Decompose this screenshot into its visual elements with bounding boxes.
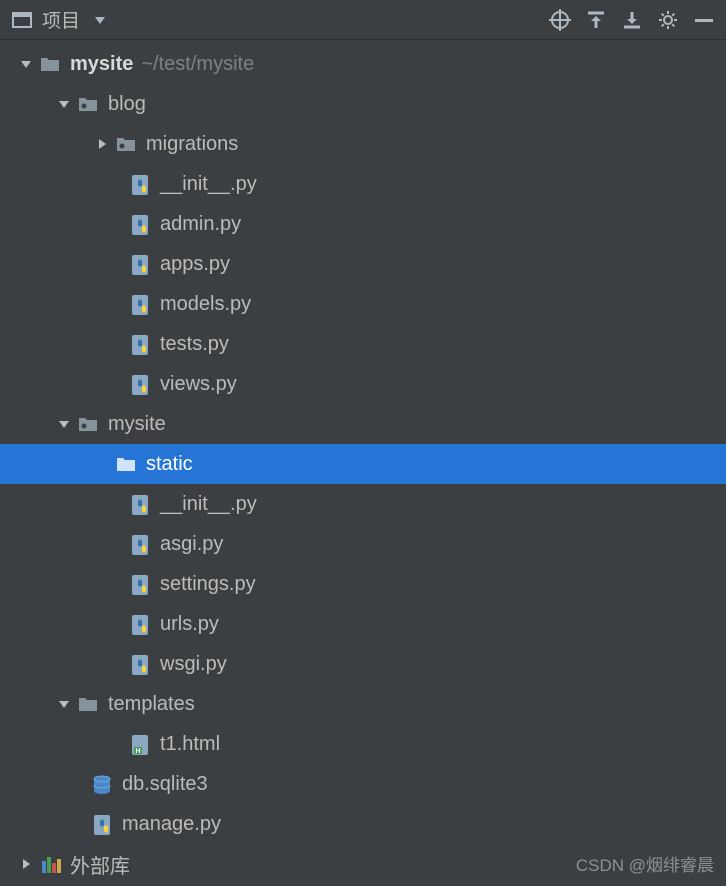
tree-file-urls[interactable]: urls.py xyxy=(0,604,726,644)
folder-label: static xyxy=(146,453,193,476)
project-name: mysite xyxy=(70,53,133,76)
python-file-icon xyxy=(128,372,152,396)
tree-file-t1-html[interactable]: t1.html xyxy=(0,724,726,764)
locate-icon[interactable] xyxy=(548,8,572,32)
tree-file-views[interactable]: views.py xyxy=(0,364,726,404)
chevron-down-icon[interactable] xyxy=(52,97,76,111)
file-label: wsgi.py xyxy=(160,653,227,676)
file-label: models.py xyxy=(160,293,251,316)
external-libs-label: 外部库 xyxy=(70,850,130,879)
watermark: CSDN @烟绯睿晨 xyxy=(576,851,714,876)
file-label: __init__.py xyxy=(160,173,257,196)
project-path: ~/test/mysite xyxy=(141,53,254,76)
package-folder-icon xyxy=(76,92,100,116)
python-file-icon xyxy=(128,292,152,316)
tree-file-settings[interactable]: settings.py xyxy=(0,564,726,604)
python-file-icon xyxy=(128,492,152,516)
tree-file-db[interactable]: db.sqlite3 xyxy=(0,764,726,804)
tree-file-apps[interactable]: apps.py xyxy=(0,244,726,284)
file-label: views.py xyxy=(160,373,237,396)
file-label: apps.py xyxy=(160,253,230,276)
tree-folder-mysite-inner[interactable]: mysite xyxy=(0,404,726,444)
tree-folder-templates[interactable]: templates xyxy=(0,684,726,724)
tree-file-init-mysite[interactable]: __init__.py xyxy=(0,484,726,524)
file-label: tests.py xyxy=(160,333,229,356)
python-file-icon xyxy=(128,612,152,636)
tree-folder-static[interactable]: static xyxy=(0,444,726,484)
tree-root-mysite[interactable]: mysite ~/test/mysite xyxy=(0,44,726,84)
tree-folder-migrations[interactable]: migrations xyxy=(0,124,726,164)
tree-folder-blog[interactable]: blog xyxy=(0,84,726,124)
file-label: asgi.py xyxy=(160,533,223,556)
tree-file-models[interactable]: models.py xyxy=(0,284,726,324)
file-label: db.sqlite3 xyxy=(122,773,208,796)
python-file-icon xyxy=(128,252,152,276)
project-toolbar: 项目 xyxy=(0,0,726,40)
folder-icon xyxy=(76,692,100,716)
tree-file-init-blog[interactable]: __init__.py xyxy=(0,164,726,204)
html-file-icon xyxy=(128,732,152,756)
folder-icon xyxy=(38,52,62,76)
file-label: __init__.py xyxy=(160,493,257,516)
python-file-icon xyxy=(128,652,152,676)
folder-label: templates xyxy=(108,693,195,716)
package-folder-icon xyxy=(114,132,138,156)
libraries-icon xyxy=(38,852,62,876)
python-file-icon xyxy=(128,332,152,356)
settings-icon[interactable] xyxy=(656,8,680,32)
folder-label: migrations xyxy=(146,133,238,156)
chevron-right-icon[interactable] xyxy=(14,857,38,871)
chevron-right-icon[interactable] xyxy=(90,137,114,151)
project-tree: mysite ~/test/mysite blog migrations __i… xyxy=(0,40,726,884)
database-icon xyxy=(90,772,114,796)
toolbar-title: 项目 xyxy=(42,6,80,33)
chevron-down-icon[interactable] xyxy=(52,417,76,431)
expand-all-icon[interactable] xyxy=(584,8,608,32)
tree-file-asgi[interactable]: asgi.py xyxy=(0,524,726,564)
folder-label: blog xyxy=(108,93,146,116)
file-label: settings.py xyxy=(160,573,256,596)
chevron-down-icon[interactable] xyxy=(52,697,76,711)
chevron-down-icon[interactable] xyxy=(14,57,38,71)
collapse-all-icon[interactable] xyxy=(620,8,644,32)
file-label: t1.html xyxy=(160,733,220,756)
tree-file-wsgi[interactable]: wsgi.py xyxy=(0,644,726,684)
project-window-icon xyxy=(10,8,34,32)
tree-file-tests[interactable]: tests.py xyxy=(0,324,726,364)
file-label: manage.py xyxy=(122,813,221,836)
python-file-icon xyxy=(128,572,152,596)
python-file-icon xyxy=(128,212,152,236)
tree-file-manage[interactable]: manage.py xyxy=(0,804,726,844)
file-label: urls.py xyxy=(160,613,219,636)
folder-icon xyxy=(114,452,138,476)
python-file-icon xyxy=(128,172,152,196)
python-file-icon xyxy=(128,532,152,556)
view-mode-dropdown-icon[interactable] xyxy=(88,8,112,32)
file-label: admin.py xyxy=(160,213,241,236)
hide-icon[interactable] xyxy=(692,8,716,32)
folder-label: mysite xyxy=(108,413,166,436)
package-folder-icon xyxy=(76,412,100,436)
tree-file-admin[interactable]: admin.py xyxy=(0,204,726,244)
python-file-icon xyxy=(90,812,114,836)
